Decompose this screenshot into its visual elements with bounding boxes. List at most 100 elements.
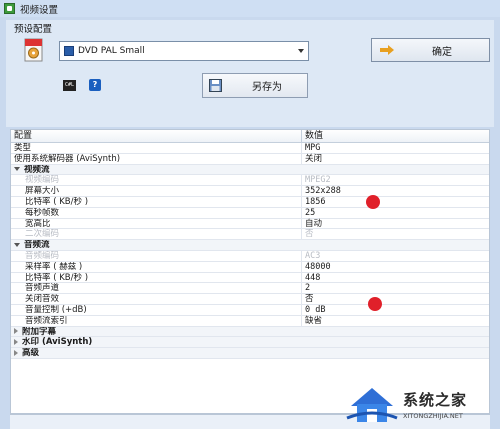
table-row[interactable]: 类型 MPG bbox=[11, 143, 489, 154]
row-value[interactable]: 25 bbox=[302, 208, 489, 218]
table-row[interactable]: 每秒帧数 25 bbox=[11, 207, 489, 219]
table-row[interactable]: 高级 bbox=[11, 348, 489, 359]
row-value[interactable]: 0 dB bbox=[302, 305, 489, 315]
row-value[interactable]: 否 bbox=[302, 294, 489, 304]
expand-right-icon[interactable] bbox=[14, 338, 18, 345]
row-name: 关闭音效 bbox=[11, 294, 302, 304]
table-row[interactable]: 视频流 bbox=[11, 164, 489, 176]
row-name: 音频声道 bbox=[11, 283, 302, 294]
row-name: 音频编码 bbox=[11, 250, 302, 261]
table-row[interactable]: 音频流索引 缺省 bbox=[11, 315, 489, 327]
help-icon[interactable]: ? bbox=[89, 79, 101, 91]
row-name: 视频编码 bbox=[11, 175, 302, 186]
codec-info-icon[interactable]: C#L bbox=[63, 80, 76, 91]
row-label: 音频流 bbox=[24, 240, 50, 250]
mpg-file-icon bbox=[24, 38, 43, 62]
table-row[interactable]: 关闭音效 否 bbox=[11, 294, 489, 305]
watermark-en: XITONGZHIJIA.NET bbox=[403, 411, 463, 420]
row-label: 屏幕大小 bbox=[25, 186, 60, 196]
row-value[interactable]: 自动 bbox=[302, 219, 489, 229]
dvd-icon bbox=[64, 46, 74, 56]
table-row[interactable]: 使用系统解码器 (AviSynth) 关闭 bbox=[11, 153, 489, 165]
column-header-name[interactable]: 配置 bbox=[11, 130, 302, 142]
row-name: 比特率 ( KB/秒 ) bbox=[11, 272, 302, 283]
red-marker-dot bbox=[366, 195, 380, 209]
row-label: 音频声道 bbox=[25, 283, 60, 294]
preset-label: 预设配置 bbox=[14, 24, 53, 35]
table-row[interactable]: 视频编码 MPEG2 bbox=[11, 175, 489, 187]
table-row[interactable]: 音频编码 AC3 bbox=[11, 250, 489, 262]
row-label: 音频编码 bbox=[25, 250, 60, 261]
expand-down-icon[interactable] bbox=[14, 242, 20, 247]
row-name: 音频流索引 bbox=[11, 315, 302, 326]
table-row[interactable]: 屏幕大小 352x288 bbox=[11, 186, 489, 197]
table-row[interactable]: 采样率 ( 赫兹 ) 48000 bbox=[11, 261, 489, 273]
row-label: 使用系统解码器 (AviSynth) bbox=[14, 153, 121, 164]
table-row[interactable]: 比特率 ( KB/秒 ) 448 bbox=[11, 272, 489, 284]
row-value[interactable]: 352x288 bbox=[302, 186, 489, 196]
row-value[interactable]: 1856 bbox=[302, 197, 489, 207]
row-name: 类型 bbox=[11, 143, 302, 153]
arrow-right-icon bbox=[380, 45, 394, 55]
row-name: 比特率 ( KB/秒 ) bbox=[11, 196, 302, 207]
watermark-cn: 系统之家 bbox=[403, 390, 468, 409]
table-row[interactable]: 宽高比 自动 bbox=[11, 218, 489, 230]
table-row[interactable]: 水印 (AviSynth) bbox=[11, 337, 489, 349]
title-bar: 视频设置 bbox=[0, 0, 500, 17]
row-label: 比特率 ( KB/秒 ) bbox=[25, 196, 89, 207]
table-row[interactable]: 附加字幕 bbox=[11, 326, 489, 338]
row-value[interactable]: 48000 bbox=[302, 262, 489, 272]
row-name: 视频流 bbox=[11, 164, 302, 175]
preset-selected-value: DVD PAL Small bbox=[78, 46, 145, 56]
ok-button[interactable]: 确定 bbox=[371, 38, 490, 62]
table-row[interactable]: 音频流 bbox=[11, 240, 489, 251]
row-label: 附加字幕 bbox=[22, 326, 57, 337]
chevron-down-icon[interactable] bbox=[298, 49, 304, 53]
window-title: 视频设置 bbox=[20, 4, 59, 16]
app-icon bbox=[4, 3, 15, 14]
red-marker-dot bbox=[368, 297, 382, 311]
row-value: MPEG2 bbox=[305, 175, 331, 186]
settings-grid: 配置 数值 类型 MPG 使用系统解码器 (AviSynth) 关闭视频流 视频编码 MP… bbox=[10, 129, 490, 414]
row-label: 视频编码 bbox=[25, 175, 60, 186]
table-row[interactable]: 二次编码 否 bbox=[11, 229, 489, 241]
save-as-button[interactable]: 另存为 bbox=[202, 73, 308, 98]
row-value[interactable]: 关闭 bbox=[302, 154, 489, 164]
table-row[interactable]: 音频声道 2 bbox=[11, 283, 489, 295]
row-value[interactable]: 缺省 bbox=[302, 316, 489, 326]
expand-right-icon[interactable] bbox=[14, 328, 18, 335]
table-row[interactable]: 音量控制 (+dB) 0 dB bbox=[11, 304, 489, 316]
row-label: 视频流 bbox=[24, 164, 50, 175]
row-value[interactable]: 448 bbox=[302, 273, 489, 283]
expand-right-icon[interactable] bbox=[14, 349, 18, 356]
row-name: 采样率 ( 赫兹 ) bbox=[11, 261, 302, 272]
row-label: 比特率 ( KB/秒 ) bbox=[25, 272, 89, 283]
row-label: 音频流索引 bbox=[25, 315, 68, 326]
row-name: 附加字幕 bbox=[11, 326, 302, 337]
row-name: 每秒帧数 bbox=[11, 207, 302, 218]
grid-header: 配置 数值 bbox=[11, 130, 489, 143]
grid-rows: 类型 MPG 使用系统解码器 (AviSynth) 关闭 视频流 视频编码 MPEG2 屏幕大… bbox=[11, 143, 489, 359]
row-name: 音量控制 (+dB) bbox=[11, 304, 302, 315]
row-label: 二次编码 bbox=[25, 229, 60, 240]
row-label: 采样率 ( 赫兹 ) bbox=[25, 261, 83, 272]
floppy-save-icon bbox=[209, 79, 222, 92]
row-label: 类型 bbox=[14, 143, 32, 153]
row-value: AC3 bbox=[305, 250, 321, 261]
expand-down-icon[interactable] bbox=[14, 167, 20, 172]
row-value[interactable]: 2 bbox=[302, 283, 489, 293]
save-as-label: 另存为 bbox=[252, 82, 282, 93]
row-label: 水印 (AviSynth) bbox=[22, 337, 93, 348]
row-name: 音频流 bbox=[11, 240, 302, 250]
ok-button-label: 确定 bbox=[432, 46, 452, 58]
row-name: 使用系统解码器 (AviSynth) bbox=[11, 153, 302, 164]
table-row[interactable]: 比特率 ( KB/秒 ) 1856 bbox=[11, 196, 489, 208]
row-name: 水印 (AviSynth) bbox=[11, 337, 302, 347]
row-value[interactable]: MPG bbox=[302, 143, 489, 153]
preset-select[interactable]: DVD PAL Small bbox=[59, 41, 309, 61]
row-label: 高级 bbox=[22, 348, 40, 358]
column-header-value[interactable]: 数值 bbox=[302, 130, 489, 142]
row-label: 宽高比 bbox=[25, 218, 51, 229]
row-label: 每秒帧数 bbox=[25, 207, 60, 218]
row-name: 宽高比 bbox=[11, 218, 302, 229]
